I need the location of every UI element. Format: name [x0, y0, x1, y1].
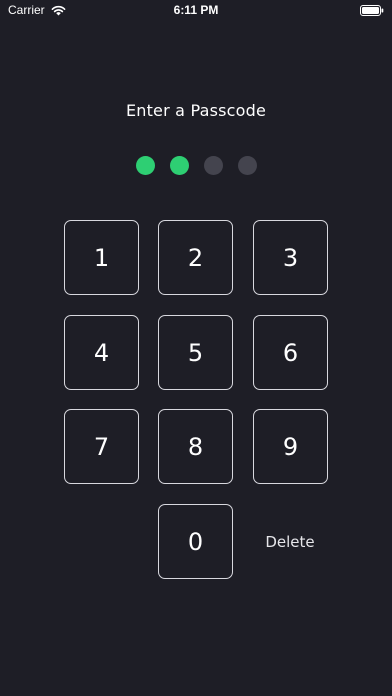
key-7[interactable]: 7 [64, 409, 139, 484]
key-8[interactable]: 8 [158, 409, 233, 484]
key-1[interactable]: 1 [64, 220, 139, 295]
key-2[interactable]: 2 [158, 220, 233, 295]
key-9[interactable]: 9 [253, 409, 328, 484]
key-6[interactable]: 6 [253, 315, 328, 390]
keypad: 1 2 3 4 5 6 7 8 9 0 Delete [0, 0, 392, 696]
key-4[interactable]: 4 [64, 315, 139, 390]
passcode-screen: Carrier 6:11 PM Enter a Passcode 1 2 3 4… [0, 0, 392, 696]
key-5[interactable]: 5 [158, 315, 233, 390]
delete-button[interactable]: Delete [252, 504, 328, 579]
key-0[interactable]: 0 [158, 504, 233, 579]
key-3[interactable]: 3 [253, 220, 328, 295]
